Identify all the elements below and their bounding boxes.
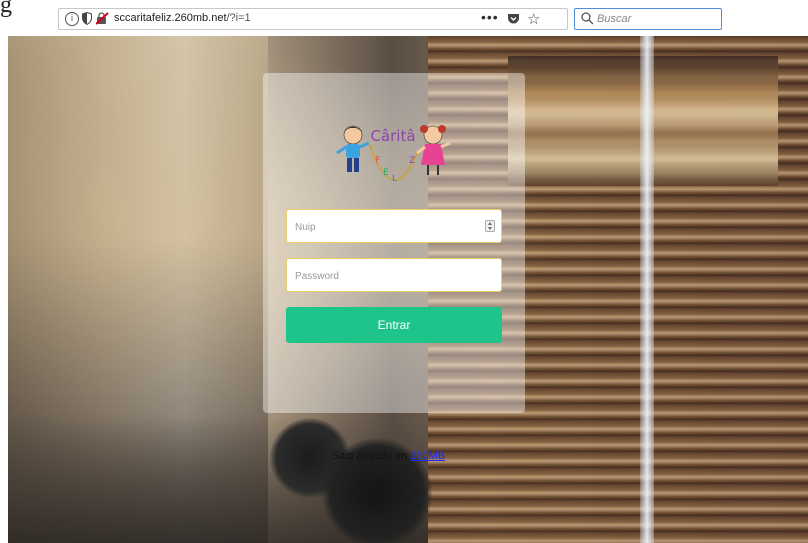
bookmark-star-icon[interactable]: ☆	[527, 10, 540, 28]
info-icon[interactable]: i	[65, 12, 79, 26]
url-bar[interactable]: i sccaritafeliz.260mb.net/?i=1 ••• ☆	[58, 8, 568, 30]
logo-letter: Z	[409, 156, 415, 166]
hosting-link[interactable]: 260MB	[410, 450, 445, 462]
logo-title: Câritâ	[370, 127, 415, 145]
nuip-input[interactable]	[295, 218, 475, 236]
partial-glyph: g	[0, 0, 12, 18]
url-domain: sccaritafeliz.260mb.net	[114, 12, 227, 24]
nuip-field[interactable]	[286, 209, 502, 243]
logo-letter: F	[375, 156, 380, 166]
url-text[interactable]: sccaritafeliz.260mb.net/?i=1	[114, 12, 251, 24]
footer-prefix: Sitio alojado en	[332, 450, 411, 462]
password-input[interactable]	[295, 267, 475, 285]
search-bar[interactable]	[574, 8, 722, 30]
page-viewport: Câritâ F E L I Z Entrar Sitio alojado en…	[8, 36, 808, 543]
search-input[interactable]	[597, 11, 717, 27]
logo-letter: L	[392, 174, 397, 184]
password-field[interactable]	[286, 258, 502, 292]
logo-letter: I	[402, 168, 405, 178]
footer-text: Sitio alojado en 260MB	[332, 450, 445, 462]
background-ribbon	[640, 36, 654, 543]
search-icon	[581, 12, 594, 25]
spinner-icon[interactable]	[485, 220, 495, 232]
url-path: /?i=1	[226, 12, 251, 24]
submit-button[interactable]: Entrar	[286, 307, 502, 343]
site-logo: Câritâ F E L I Z	[336, 125, 451, 184]
insecure-connection-icon[interactable]	[96, 12, 109, 25]
page-actions-icon[interactable]: •••	[481, 9, 499, 25]
pocket-icon[interactable]	[507, 13, 520, 25]
shield-icon[interactable]	[82, 12, 92, 25]
login-card: Câritâ F E L I Z Entrar	[263, 73, 525, 413]
browser-toolbar: g i sccaritafeliz.260mb.net/?i=1 ••• ☆	[0, 0, 808, 36]
logo-letter: E	[383, 168, 389, 178]
